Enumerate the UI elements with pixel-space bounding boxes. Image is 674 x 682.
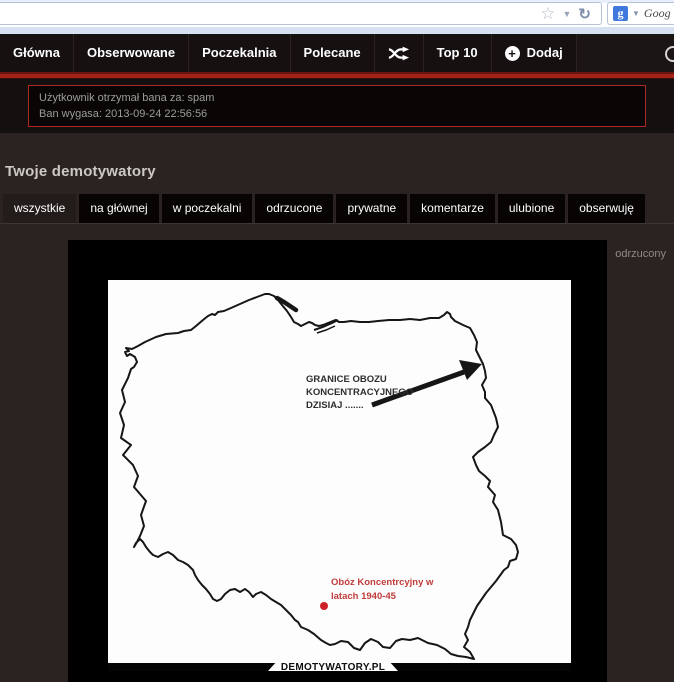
map-caption-line2: KONCENTRACYJNEGO — [306, 387, 413, 398]
nav-item-glowna[interactable]: Główna — [0, 34, 74, 72]
google-favicon-icon[interactable]: g — [613, 6, 628, 21]
tab-w-poczekalni[interactable]: w poczekalni — [162, 194, 253, 223]
nav-label: Główna — [13, 34, 60, 72]
nav-item-top10[interactable]: Top 10 — [424, 34, 492, 72]
poland-outline — [120, 294, 518, 659]
browser-chrome: ☆ ▼ ↻ g ▼ Goog — [0, 0, 674, 34]
nav-item-poczekalnia[interactable]: Poczekalnia — [189, 34, 290, 72]
tab-komentarze[interactable]: komentarze — [410, 194, 495, 223]
tab-prywatne[interactable]: prywatne — [336, 194, 407, 223]
nav-item-obserwowane[interactable]: Obserwowane — [74, 34, 189, 72]
nav-accent-divider — [0, 72, 674, 79]
reload-icon[interactable]: ↻ — [578, 5, 591, 23]
search-engine-name: Goog — [644, 6, 671, 21]
filter-tabs: wszystkie na głównej w poczekalni odrzuc… — [0, 194, 674, 224]
map-caption-line3: DZISIAJ ....... — [306, 400, 364, 411]
watermark-text: DEMOTYWATORY.PL — [281, 662, 385, 671]
camp-location-dot — [320, 602, 328, 610]
ban-expiry-text: Ban wygasa: 2013-09-24 22:56:56 — [39, 106, 635, 122]
tab-odrzucone[interactable]: odrzucone — [255, 194, 333, 223]
ban-notice-box: Użytkownik otrzymał bana za: spam Ban wy… — [28, 85, 646, 127]
map-red-line2: latach 1940-45 — [331, 591, 397, 602]
poland-map-svg: GRANICE OBOZU KONCENTRACYJNEGO DZISIAJ .… — [108, 280, 571, 671]
ban-reason-text: Użytkownik otrzymał bana za: spam — [39, 90, 635, 106]
plus-icon: + — [505, 46, 520, 61]
nav-label: Polecane — [304, 34, 361, 72]
search-icon[interactable] — [665, 46, 674, 62]
nav-filler — [577, 34, 674, 72]
nav-item-dodaj[interactable]: + Dodaj — [492, 34, 577, 72]
tab-obserwuje[interactable]: obserwuję — [568, 194, 645, 223]
bookmark-star-icon[interactable]: ☆ — [540, 5, 555, 22]
nav-label: Top 10 — [437, 34, 478, 72]
urlbar-dropdown-icon[interactable]: ▼ — [563, 9, 572, 19]
site-navbar: Główna Obserwowane Poczekalnia Polecane … — [0, 34, 674, 72]
nav-label: Obserwowane — [87, 34, 175, 72]
search-engine-dropdown-icon[interactable]: ▼ — [632, 9, 640, 18]
tab-na-glownej[interactable]: na głównej — [79, 194, 158, 223]
hel-peninsula — [277, 298, 296, 310]
ban-notice-section: Użytkownik otrzymał bana za: spam Ban wy… — [0, 79, 674, 133]
nav-label: Dodaj — [527, 34, 563, 72]
post-area: odrzucony GRANICE OBOZU KONCENTRACYJN — [0, 240, 674, 682]
nav-item-shuffle[interactable] — [375, 34, 424, 72]
nav-label: Poczekalnia — [202, 34, 276, 72]
page-title: Twoje demotywatory — [0, 133, 674, 180]
shuffle-icon — [388, 46, 410, 61]
tab-ulubione[interactable]: ulubione — [498, 194, 565, 223]
poland-map-picture: GRANICE OBOZU KONCENTRACYJNEGO DZISIAJ .… — [108, 280, 571, 671]
status-badge: odrzucony — [615, 248, 666, 260]
nav-item-polecane[interactable]: Polecane — [291, 34, 375, 72]
main-content: Twoje demotywatory wszystkie na głównej … — [0, 133, 674, 682]
demotivator-image[interactable]: GRANICE OBOZU KONCENTRACYJNEGO DZISIAJ .… — [68, 240, 607, 682]
address-bar[interactable]: ☆ ▼ ↻ — [0, 2, 602, 25]
tab-wszystkie[interactable]: wszystkie — [3, 194, 76, 223]
map-red-line1: Obóz Koncentrcyjny w — [331, 577, 434, 588]
map-caption-line1: GRANICE OBOZU — [306, 374, 387, 385]
browser-search-box[interactable]: g ▼ Goog — [607, 2, 674, 25]
